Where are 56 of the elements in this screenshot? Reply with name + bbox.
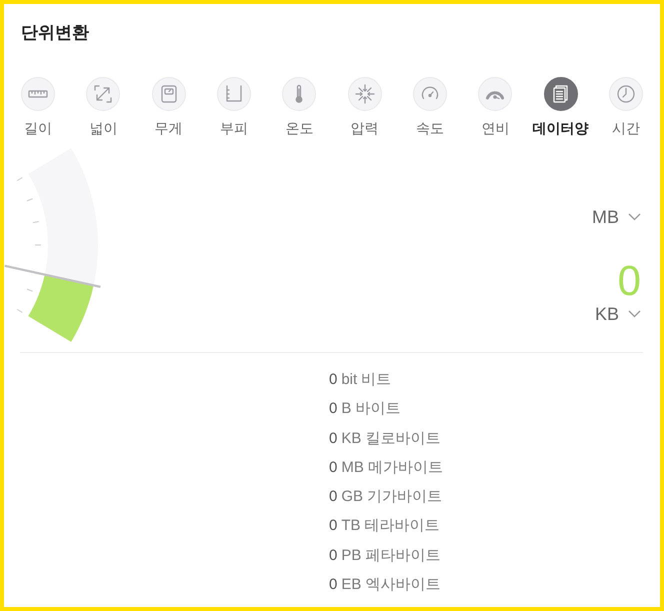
category-tab[interactable]: 압력 bbox=[348, 77, 382, 137]
clock-icon bbox=[608, 77, 643, 111]
unit-name: 킬로바이트 bbox=[365, 428, 440, 449]
gauge-tick bbox=[16, 308, 23, 313]
unit-name: 엑사바이트 bbox=[365, 575, 440, 596]
result-amount: 0 bbox=[329, 516, 338, 536]
speedometer-icon bbox=[412, 77, 447, 111]
from-unit-dropdown[interactable]: MB bbox=[592, 205, 641, 229]
result-amount: 0 bbox=[329, 487, 338, 508]
thermometer-icon bbox=[282, 77, 316, 111]
result-value: 0 bbox=[618, 260, 641, 302]
unit-name: 페타바이트 bbox=[365, 546, 440, 566]
unit-symbol: MB bbox=[341, 458, 364, 478]
category-tab[interactable]: 연비 bbox=[478, 77, 512, 137]
gauge-icon bbox=[478, 77, 512, 111]
result-amount: 0 bbox=[329, 428, 338, 449]
unit-name: 바이트 bbox=[355, 399, 400, 420]
result-amount: 0 bbox=[329, 399, 338, 420]
result-amount: 0 bbox=[329, 575, 338, 596]
unit-name: 메가바이트 bbox=[368, 458, 443, 478]
gauge-tick bbox=[32, 221, 40, 224]
category-tab[interactable]: 온도 bbox=[282, 77, 316, 137]
result-amount: 0 bbox=[329, 458, 338, 478]
unit-symbol: bit bbox=[341, 370, 358, 390]
unit-name: 기가바이트 bbox=[367, 487, 442, 508]
gauge-tick bbox=[26, 198, 34, 202]
category-tab[interactable]: 부피 bbox=[216, 77, 251, 137]
expand-arrows-icon bbox=[86, 77, 120, 111]
category-tab[interactable]: 시간 bbox=[608, 77, 643, 137]
chevron-down-icon bbox=[628, 310, 641, 318]
scale-icon bbox=[152, 77, 186, 111]
gauge-tick bbox=[26, 288, 34, 292]
compress-arrows-icon bbox=[348, 77, 382, 111]
ruler-icon bbox=[20, 77, 55, 111]
category-tab[interactable]: 속도 bbox=[412, 77, 447, 137]
gauge-tick bbox=[16, 177, 23, 182]
category-tab[interactable]: 무게 bbox=[152, 77, 186, 137]
result-amount: 0 bbox=[329, 546, 338, 566]
unit-symbol: EB bbox=[341, 575, 362, 596]
result-amount: 0 bbox=[329, 370, 338, 390]
unit-symbol: TB bbox=[341, 516, 361, 536]
to-unit-dropdown[interactable]: KB bbox=[594, 302, 641, 326]
unit-symbol: GB bbox=[341, 487, 364, 508]
category-tab[interactable]: 넓이 bbox=[86, 77, 120, 137]
unit-name: 비트 bbox=[361, 370, 392, 390]
unit-name: 테라바이트 bbox=[364, 516, 440, 536]
unit-symbol: KB bbox=[341, 428, 362, 449]
beaker-icon bbox=[216, 77, 251, 111]
page-title: 단위변환 bbox=[21, 22, 89, 44]
category-tab[interactable]: 길이 bbox=[20, 77, 55, 137]
category-tab[interactable]: 데이터양 bbox=[532, 77, 589, 137]
chevron-down-icon bbox=[628, 213, 641, 221]
unit-symbol: B bbox=[341, 399, 352, 420]
gauge-tick bbox=[34, 244, 42, 246]
unit-symbol: PB bbox=[341, 546, 362, 566]
documents-icon bbox=[544, 77, 578, 111]
